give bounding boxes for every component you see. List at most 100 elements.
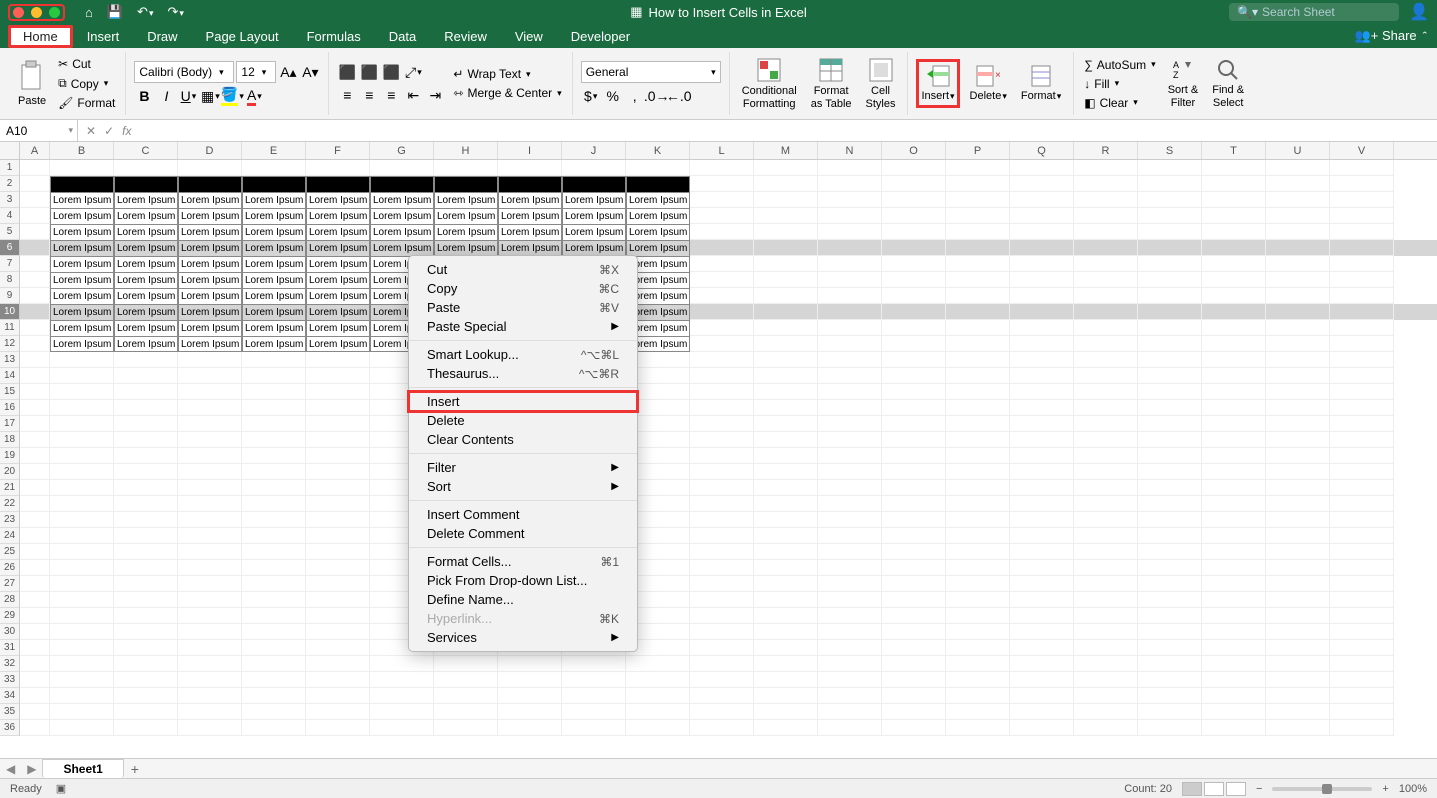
cell[interactable] bbox=[20, 624, 50, 640]
cell[interactable] bbox=[1138, 688, 1202, 704]
cell[interactable] bbox=[690, 640, 754, 656]
cell[interactable] bbox=[50, 528, 114, 544]
col-header[interactable]: I bbox=[498, 142, 562, 159]
cell[interactable] bbox=[1010, 320, 1074, 336]
cell[interactable] bbox=[690, 576, 754, 592]
cell[interactable] bbox=[1202, 432, 1266, 448]
cell[interactable] bbox=[1202, 592, 1266, 608]
cell[interactable] bbox=[306, 592, 370, 608]
cell[interactable] bbox=[1074, 240, 1138, 256]
ctx-copy[interactable]: Copy⌘C bbox=[409, 279, 637, 298]
cell[interactable] bbox=[626, 704, 690, 720]
row-header[interactable]: 5 bbox=[0, 224, 20, 240]
cell[interactable] bbox=[20, 640, 50, 656]
cell[interactable] bbox=[20, 592, 50, 608]
cell[interactable]: Lorem Ipsum bbox=[242, 256, 306, 272]
cell[interactable] bbox=[114, 480, 178, 496]
currency-icon[interactable]: $▾ bbox=[581, 86, 601, 106]
cell[interactable] bbox=[1266, 560, 1330, 576]
cell[interactable] bbox=[1010, 384, 1074, 400]
cell[interactable] bbox=[50, 448, 114, 464]
cell[interactable] bbox=[946, 272, 1010, 288]
cell[interactable] bbox=[818, 640, 882, 656]
row-header[interactable]: 11 bbox=[0, 320, 20, 336]
cell[interactable] bbox=[20, 608, 50, 624]
decrease-decimal-icon[interactable]: ←.0 bbox=[669, 86, 689, 106]
row-header[interactable]: 28 bbox=[0, 592, 20, 608]
row-header[interactable]: 16 bbox=[0, 400, 20, 416]
cell[interactable] bbox=[1202, 496, 1266, 512]
cell[interactable] bbox=[882, 688, 946, 704]
cell[interactable] bbox=[1266, 688, 1330, 704]
cell[interactable] bbox=[818, 320, 882, 336]
cell[interactable] bbox=[242, 592, 306, 608]
cell[interactable] bbox=[1330, 560, 1394, 576]
cell[interactable] bbox=[50, 480, 114, 496]
cell[interactable] bbox=[690, 592, 754, 608]
col-header[interactable]: L bbox=[690, 142, 754, 159]
cell[interactable] bbox=[306, 560, 370, 576]
cell[interactable] bbox=[1074, 272, 1138, 288]
cell[interactable] bbox=[306, 160, 370, 176]
cell[interactable] bbox=[882, 464, 946, 480]
cell[interactable] bbox=[818, 352, 882, 368]
cell[interactable] bbox=[690, 272, 754, 288]
close-icon[interactable] bbox=[13, 7, 24, 18]
cell[interactable] bbox=[818, 624, 882, 640]
cell[interactable] bbox=[882, 192, 946, 208]
cell[interactable] bbox=[626, 688, 690, 704]
tab-page-layout[interactable]: Page Layout bbox=[192, 26, 293, 47]
cell[interactable] bbox=[370, 672, 434, 688]
row-header[interactable]: 35 bbox=[0, 704, 20, 720]
cell[interactable] bbox=[1074, 624, 1138, 640]
cell[interactable] bbox=[626, 160, 690, 176]
tab-developer[interactable]: Developer bbox=[557, 26, 644, 47]
cell[interactable]: Lorem Ipsum bbox=[306, 288, 370, 304]
col-header[interactable]: B bbox=[50, 142, 114, 159]
cell[interactable] bbox=[1202, 544, 1266, 560]
cell[interactable] bbox=[306, 656, 370, 672]
cell[interactable]: Lorem Ipsum bbox=[114, 256, 178, 272]
cell[interactable] bbox=[1138, 544, 1202, 560]
cell[interactable] bbox=[50, 160, 114, 176]
cell[interactable] bbox=[1138, 304, 1202, 320]
copy-button[interactable]: ⧉Copy▾ bbox=[56, 75, 117, 92]
cell[interactable] bbox=[50, 352, 114, 368]
find-select-button[interactable]: Find & Select bbox=[1208, 56, 1248, 110]
col-header[interactable]: A bbox=[20, 142, 50, 159]
cell[interactable] bbox=[242, 544, 306, 560]
cell[interactable] bbox=[114, 512, 178, 528]
cell[interactable] bbox=[754, 336, 818, 352]
cell[interactable] bbox=[1202, 624, 1266, 640]
cell[interactable] bbox=[1266, 224, 1330, 240]
row-header[interactable]: 24 bbox=[0, 528, 20, 544]
cell[interactable] bbox=[114, 576, 178, 592]
cell[interactable] bbox=[1202, 288, 1266, 304]
cell[interactable] bbox=[690, 384, 754, 400]
cell[interactable] bbox=[50, 672, 114, 688]
cell[interactable]: Lorem Ipsum bbox=[50, 224, 114, 240]
cell[interactable] bbox=[1010, 576, 1074, 592]
row-header[interactable]: 7 bbox=[0, 256, 20, 272]
enter-icon[interactable]: ✓ bbox=[104, 124, 114, 138]
cell[interactable] bbox=[1010, 192, 1074, 208]
cell[interactable] bbox=[178, 352, 242, 368]
cell[interactable] bbox=[1266, 272, 1330, 288]
cell[interactable] bbox=[50, 704, 114, 720]
cell[interactable] bbox=[1266, 208, 1330, 224]
cell[interactable] bbox=[882, 640, 946, 656]
cell[interactable] bbox=[1138, 528, 1202, 544]
cell[interactable] bbox=[1138, 640, 1202, 656]
cell[interactable] bbox=[1330, 272, 1394, 288]
cell[interactable] bbox=[818, 336, 882, 352]
cell[interactable] bbox=[20, 480, 50, 496]
cell[interactable] bbox=[20, 368, 50, 384]
cell[interactable] bbox=[1138, 352, 1202, 368]
cell[interactable] bbox=[306, 608, 370, 624]
paste-button[interactable]: Paste bbox=[14, 57, 50, 109]
cell[interactable] bbox=[1074, 480, 1138, 496]
ctx-filter[interactable]: Filter▶ bbox=[409, 458, 637, 477]
cell[interactable] bbox=[50, 656, 114, 672]
cell[interactable] bbox=[1202, 560, 1266, 576]
col-header[interactable]: C bbox=[114, 142, 178, 159]
